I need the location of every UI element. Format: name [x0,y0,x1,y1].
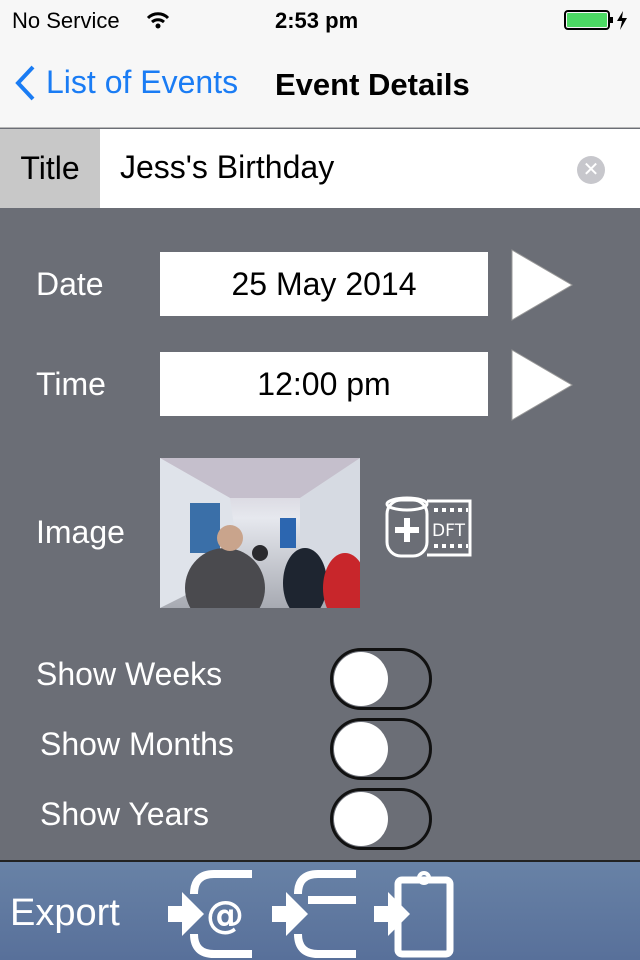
add-media-dft-icon[interactable]: DFT [384,494,474,560]
export-email-icon[interactable]: @ [164,870,260,958]
time-label: Time [36,366,106,402]
title-row: Title Jess's Birthday [0,129,640,208]
show-years-toggle[interactable] [330,788,432,850]
export-label: Export [10,892,120,934]
clear-text-icon[interactable]: ✕ [577,156,605,184]
show-months-label: Show Months [40,726,234,762]
status-bar: No Service 2:53 pm [0,0,640,40]
clock: 2:53 pm [275,8,359,33]
back-button[interactable]: List of Events [14,64,238,101]
wifi-icon [146,12,170,29]
date-field[interactable]: 25 May 2014 [160,252,488,316]
export-clipboard-icon[interactable] [370,870,466,958]
back-label: List of Events [46,64,239,100]
show-weeks-toggle[interactable] [330,648,432,710]
time-field[interactable]: 12:00 pm [160,352,488,416]
photo-content [160,458,360,608]
show-weeks-label: Show Weeks [36,656,223,692]
dft-text: DFT [432,521,466,541]
svg-text:@: @ [206,893,244,937]
chevron-left-icon [15,65,35,100]
title-label: Title [0,129,100,208]
navigation-bar: List of Events Event Details [0,40,640,128]
title-input[interactable]: Jess's Birthday [120,129,560,208]
event-photo[interactable] [160,458,360,608]
carrier: No Service [12,8,120,33]
date-label: Date [36,266,104,302]
image-label: Image [36,514,125,550]
page-title: Event Details [275,67,470,102]
show-years-label: Show Years [40,796,210,832]
time-picker-arrow-icon[interactable] [510,348,574,422]
export-toolbar: Export @ [0,860,640,960]
date-picker-arrow-icon[interactable] [510,248,574,322]
export-share-icon[interactable] [268,870,364,958]
battery-icon [564,10,627,30]
show-months-toggle[interactable] [330,718,432,780]
